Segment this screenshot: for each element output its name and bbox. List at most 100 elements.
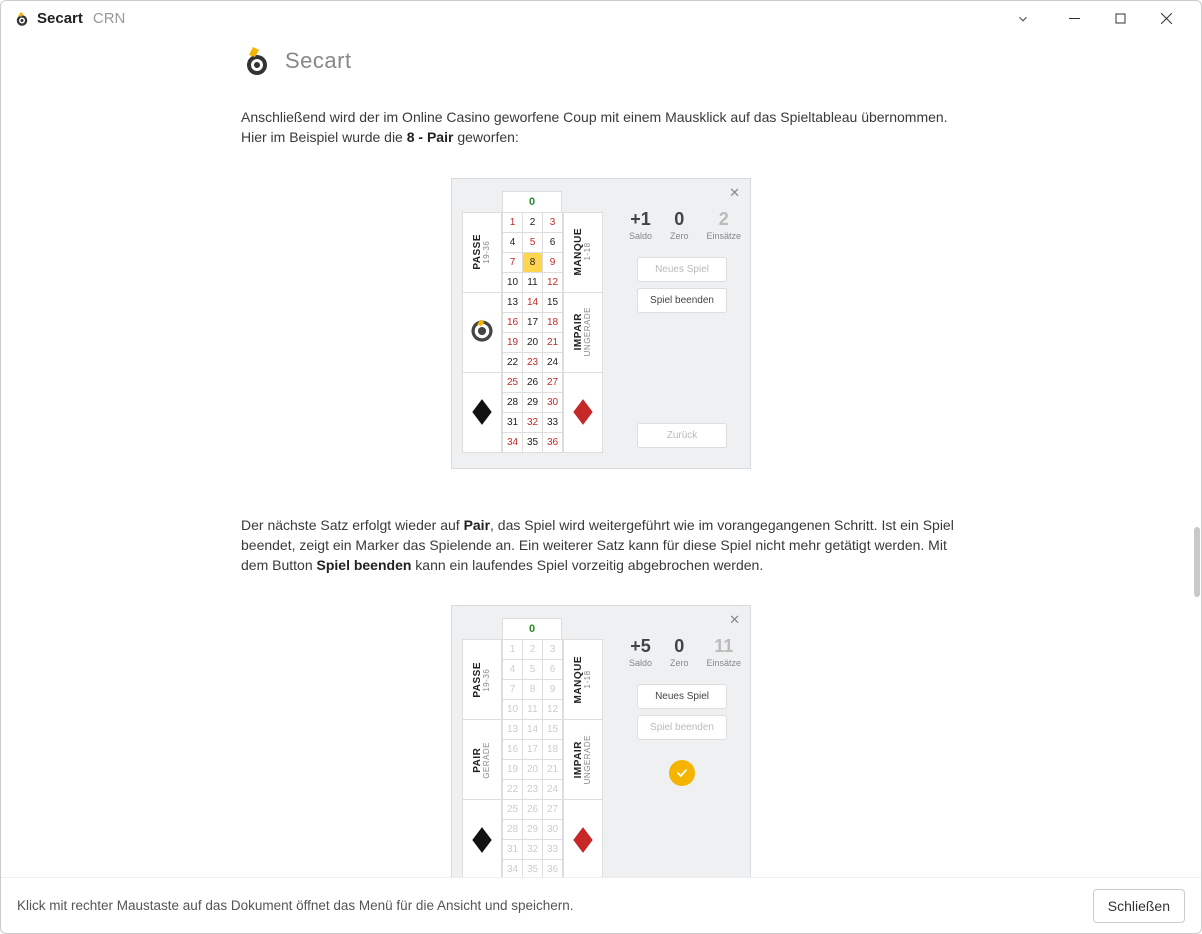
rouge-button[interactable] [563, 799, 603, 877]
rouge-button[interactable] [563, 372, 603, 453]
new-game-button[interactable]: Neues Spiel [637, 684, 727, 709]
number-cell[interactable]: 23 [523, 353, 543, 373]
number-cell[interactable]: 9 [543, 680, 563, 700]
number-cell[interactable]: 30 [543, 820, 563, 840]
number-cell[interactable]: 26 [523, 800, 543, 820]
number-cell[interactable]: 17 [523, 740, 543, 760]
number-cell[interactable]: 21 [543, 333, 563, 353]
number-cell[interactable]: 11 [523, 273, 543, 293]
new-game-button[interactable]: Neues Spiel [637, 257, 727, 282]
side-label-manque[interactable]: MANQUE1-18 [563, 212, 603, 293]
panel-close-icon[interactable]: ✕ [729, 185, 740, 201]
end-game-button[interactable]: Spiel beenden [637, 288, 727, 313]
minimize-button[interactable] [1051, 1, 1097, 37]
number-cell[interactable]: 23 [523, 780, 543, 800]
number-cell[interactable]: 12 [543, 700, 563, 720]
number-cell[interactable]: 25 [503, 373, 523, 393]
number-cell[interactable]: 2 [523, 640, 543, 660]
number-cell[interactable]: 22 [503, 780, 523, 800]
number-cell[interactable]: 6 [543, 660, 563, 680]
number-cell[interactable]: 31 [503, 413, 523, 433]
number-cell[interactable]: 35 [523, 860, 543, 877]
number-cell[interactable]: 29 [523, 393, 543, 413]
close-dialog-button[interactable]: Schließen [1093, 889, 1185, 923]
number-cell[interactable]: 1 [503, 213, 523, 233]
number-cell[interactable]: 19 [503, 760, 523, 780]
side-label-pair[interactable]: PAIRGERADE [462, 719, 502, 800]
number-cell[interactable]: 1 [503, 640, 523, 660]
number-cell[interactable]: 9 [543, 253, 563, 273]
number-cell[interactable]: 24 [543, 353, 563, 373]
number-cell[interactable]: 6 [543, 233, 563, 253]
number-cell[interactable]: 3 [543, 640, 563, 660]
number-cell[interactable]: 20 [523, 760, 543, 780]
number-cell[interactable]: 17 [523, 313, 543, 333]
number-cell[interactable]: 14 [523, 293, 543, 313]
back-button[interactable]: Zurück [637, 423, 727, 448]
number-cell[interactable]: 33 [543, 840, 563, 860]
number-cell[interactable]: 15 [543, 293, 563, 313]
number-cell[interactable]: 34 [503, 433, 523, 453]
close-button[interactable] [1143, 1, 1189, 37]
number-cell[interactable]: 14 [523, 720, 543, 740]
number-cell[interactable]: 19 [503, 333, 523, 353]
number-cell[interactable]: 21 [543, 760, 563, 780]
number-cell[interactable]: 8 [523, 253, 543, 273]
number-cell[interactable]: 5 [523, 660, 543, 680]
maximize-button[interactable] [1097, 1, 1143, 37]
number-cell[interactable]: 22 [503, 353, 523, 373]
number-cell[interactable]: 16 [503, 740, 523, 760]
number-cell[interactable]: 15 [543, 720, 563, 740]
number-cell[interactable]: 11 [523, 700, 543, 720]
number-cell[interactable]: 35 [523, 433, 543, 453]
number-cell[interactable]: 4 [503, 660, 523, 680]
number-cell[interactable]: 25 [503, 800, 523, 820]
number-cell[interactable]: 33 [543, 413, 563, 433]
side-label-impair[interactable]: IMPAIRUNGERADE [563, 292, 603, 373]
number-cell[interactable]: 16 [503, 313, 523, 333]
number-cell[interactable]: 34 [503, 860, 523, 877]
number-cell[interactable]: 31 [503, 840, 523, 860]
noir-button[interactable] [462, 372, 502, 453]
number-cell[interactable]: 12 [543, 273, 563, 293]
number-cell[interactable]: 26 [523, 373, 543, 393]
number-cell[interactable]: 10 [503, 273, 523, 293]
noir-button[interactable] [462, 799, 502, 877]
end-game-button[interactable]: Spiel beenden [637, 715, 727, 740]
number-cell[interactable]: 32 [523, 413, 543, 433]
number-cell[interactable]: 7 [503, 253, 523, 273]
chip-icon [469, 318, 495, 347]
zero-cell[interactable]: 0 [502, 191, 562, 213]
number-cell[interactable]: 27 [543, 373, 563, 393]
number-cell[interactable]: 18 [543, 313, 563, 333]
number-cell[interactable]: 36 [543, 860, 563, 877]
number-cell[interactable]: 30 [543, 393, 563, 413]
dropdown-button[interactable] [1003, 1, 1043, 37]
number-cell[interactable]: 28 [503, 393, 523, 413]
side-label-passe[interactable]: PASSE19-36 [462, 212, 502, 293]
document-scroll[interactable]: Secart Anschließend wird der im Online C… [1, 37, 1201, 877]
number-cell[interactable]: 10 [503, 700, 523, 720]
side-label-impair[interactable]: IMPAIRUNGERADE [563, 719, 603, 800]
number-cell[interactable]: 2 [523, 213, 543, 233]
panel-close-icon[interactable]: ✕ [729, 612, 740, 628]
number-cell[interactable]: 4 [503, 233, 523, 253]
scrollbar-thumb[interactable] [1194, 527, 1200, 597]
number-cell[interactable]: 29 [523, 820, 543, 840]
side-label-manque[interactable]: MANQUE1-18 [563, 639, 603, 720]
number-cell[interactable]: 5 [523, 233, 543, 253]
number-cell[interactable]: 3 [543, 213, 563, 233]
number-cell[interactable]: 8 [523, 680, 543, 700]
number-cell[interactable]: 24 [543, 780, 563, 800]
number-cell[interactable]: 27 [543, 800, 563, 820]
number-cell[interactable]: 28 [503, 820, 523, 840]
number-cell[interactable]: 36 [543, 433, 563, 453]
number-cell[interactable]: 13 [503, 720, 523, 740]
number-cell[interactable]: 32 [523, 840, 543, 860]
number-cell[interactable]: 7 [503, 680, 523, 700]
side-label-passe[interactable]: PASSE19-36 [462, 639, 502, 720]
number-cell[interactable]: 18 [543, 740, 563, 760]
number-cell[interactable]: 20 [523, 333, 543, 353]
number-cell[interactable]: 13 [503, 293, 523, 313]
zero-cell[interactable]: 0 [502, 618, 562, 640]
